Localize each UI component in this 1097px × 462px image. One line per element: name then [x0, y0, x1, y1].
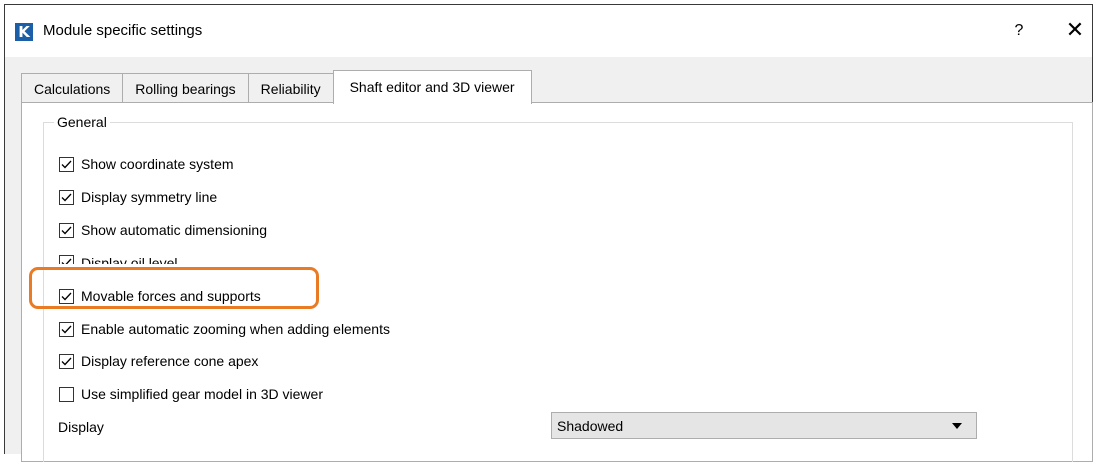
- title-bar: K Module specific settings ? ✕: [5, 5, 1092, 57]
- tab-calculations[interactable]: Calculations: [21, 73, 124, 103]
- checkbox[interactable]: [59, 386, 74, 402]
- close-button[interactable]: ✕: [1063, 17, 1087, 43]
- dialog-title: Module specific settings: [43, 22, 203, 39]
- checkbox[interactable]: [59, 353, 74, 369]
- checkbox[interactable]: [59, 255, 74, 264]
- option-label: Display reference cone apex: [81, 353, 259, 369]
- option-display-symmetry-line[interactable]: Display symmetry line: [59, 187, 217, 207]
- checkbox[interactable]: [59, 222, 74, 238]
- display-label: Display: [58, 419, 104, 435]
- tab-shaft-editor-3d-viewer[interactable]: Shaft editor and 3D viewer: [332, 70, 532, 104]
- checkbox[interactable]: [59, 156, 74, 172]
- highlight-annotation: [29, 267, 319, 309]
- option-label: Show automatic dimensioning: [81, 222, 267, 238]
- option-show-automatic-dimensioning[interactable]: Show automatic dimensioning: [59, 220, 267, 240]
- option-show-coordinate-system[interactable]: Show coordinate system: [59, 154, 234, 174]
- checkbox[interactable]: [59, 189, 74, 205]
- tab-bar: Calculations Rolling bearings Reliabilit…: [21, 69, 532, 104]
- option-label: Use simplified gear model in 3D viewer: [81, 386, 323, 402]
- group-title: General: [54, 114, 110, 130]
- option-use-simplified-gear-model[interactable]: Use simplified gear model in 3D viewer: [59, 384, 323, 404]
- checkbox[interactable]: [59, 321, 74, 337]
- option-display-oil-level[interactable]: Display oil level: [59, 252, 177, 264]
- select-value: Shadowed: [557, 418, 624, 434]
- option-label: Display symmetry line: [81, 189, 218, 205]
- option-label: Enable automatic zooming when adding ele…: [81, 321, 390, 337]
- chevron-down-icon: [952, 423, 962, 429]
- option-enable-automatic-zooming[interactable]: Enable automatic zooming when adding ele…: [59, 319, 390, 339]
- option-label: Show coordinate system: [81, 156, 234, 172]
- tab-reliability[interactable]: Reliability: [247, 73, 334, 103]
- tab-rolling-bearings[interactable]: Rolling bearings: [122, 73, 249, 103]
- help-button[interactable]: ?: [1009, 19, 1029, 43]
- app-logo-icon: K: [15, 23, 33, 41]
- option-label: Display oil level: [81, 255, 178, 264]
- display-mode-select[interactable]: Shadowed: [551, 412, 977, 439]
- settings-dialog: K Module specific settings ? ✕ Calculati…: [4, 4, 1093, 462]
- option-display-reference-cone-apex[interactable]: Display reference cone apex: [59, 351, 258, 371]
